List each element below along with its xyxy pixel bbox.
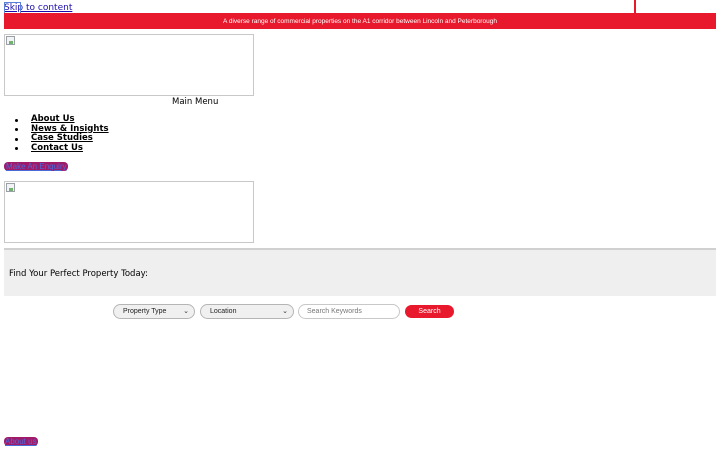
nav-item-label: About Us: [31, 114, 75, 124]
property-search-form: Property Type ⌄ Location ⌄ Search Keywor…: [0, 304, 720, 320]
search-button[interactable]: Search: [405, 305, 454, 318]
location-select[interactable]: Location ⌄: [200, 304, 294, 319]
property-type-select[interactable]: Property Type ⌄: [113, 304, 195, 319]
broken-image-icon: [6, 183, 15, 192]
announcement-bar: A diverse range of commercial properties…: [4, 13, 716, 29]
main-menu-toggle[interactable]: Main Menu: [172, 97, 218, 107]
broken-image-icon: [6, 36, 15, 45]
property-type-value: Property Type: [123, 308, 167, 315]
nav-item-label: News & Insights: [31, 123, 109, 134]
nav-item-contact-us[interactable]: Contact Us: [4, 142, 109, 154]
about-us-button[interactable]: About us: [4, 437, 38, 446]
nav-item-label: Case Studies: [31, 133, 93, 144]
announcement-text: A diverse range of commercial properties…: [223, 17, 497, 25]
site-logo-image[interactable]: [4, 34, 254, 96]
main-navigation: About Us News & Insights Case Studies Co…: [4, 114, 109, 154]
chevron-down-icon: ⌄: [282, 308, 288, 315]
chevron-down-icon: ⌄: [183, 308, 189, 315]
make-enquiry-button[interactable]: Make An Enquiry: [4, 162, 69, 171]
secondary-logo-image[interactable]: [4, 181, 254, 243]
search-keywords-placeholder: Search Keywords: [307, 308, 362, 315]
location-value: Location: [210, 308, 237, 315]
property-search-banner: Find Your Perfect Property Today:: [4, 248, 716, 296]
search-keywords-input[interactable]: Search Keywords: [298, 304, 400, 319]
nav-item-label: Contact Us: [31, 142, 83, 153]
search-heading: Find Your Perfect Property Today:: [9, 269, 148, 279]
header-corner-frame: [634, 0, 716, 14]
